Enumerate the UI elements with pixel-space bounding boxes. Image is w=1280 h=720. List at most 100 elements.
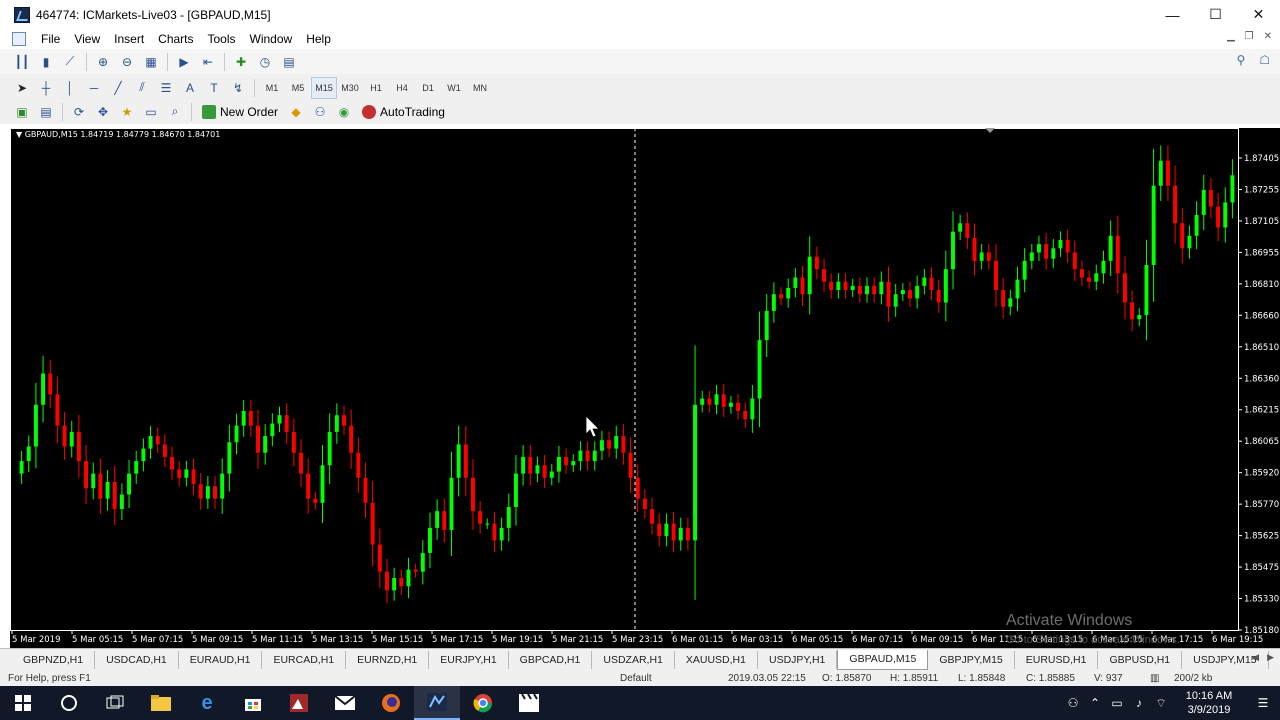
- signals-icon[interactable]: ⚇: [308, 101, 332, 123]
- menu-tools[interactable]: Tools: [201, 32, 243, 46]
- symbol-tab[interactable]: EURNZD,H1: [346, 650, 430, 669]
- timeframe-m30[interactable]: M30: [337, 77, 363, 99]
- equidistant-channel-icon[interactable]: ⫽: [130, 77, 154, 99]
- text-icon[interactable]: A: [178, 77, 202, 99]
- maximize-button[interactable]: ☐: [1194, 0, 1237, 29]
- bullish-candle: [693, 404, 698, 541]
- menu-window[interactable]: Window: [243, 32, 300, 46]
- symbol-tab[interactable]: GBPCAD,H1: [509, 650, 593, 669]
- metatrader-taskbar-button[interactable]: [414, 686, 460, 720]
- bar-chart-icon[interactable]: ┃┃: [10, 51, 34, 73]
- timeframe-m5[interactable]: M5: [285, 77, 311, 99]
- symbol-tab[interactable]: XAUUSD,H1: [675, 650, 758, 669]
- symbol-tab[interactable]: USDZAR,H1: [592, 650, 675, 669]
- crosshair-icon[interactable]: ┼: [34, 77, 58, 99]
- chart-canvas[interactable]: 1.87405 1.87255 1.87105 1.86955 1.86810 1.866…: [10, 128, 1280, 648]
- tile-windows-icon[interactable]: ▦: [139, 51, 163, 73]
- menu-charts[interactable]: Charts: [151, 32, 200, 46]
- line-chart-icon[interactable]: ⟋: [58, 51, 82, 73]
- file-explorer-button[interactable]: [138, 686, 184, 720]
- battery-icon[interactable]: ▭: [1106, 696, 1128, 710]
- periods-icon[interactable]: ◷: [253, 51, 277, 73]
- market-watch-icon[interactable]: ⟳: [67, 101, 91, 123]
- symbol-tab[interactable]: EURUSD,H1: [1015, 650, 1099, 669]
- tab-scroll-left-icon[interactable]: ◀: [1252, 652, 1259, 663]
- app-button-1[interactable]: [276, 686, 322, 720]
- mdi-close-icon[interactable]: ✕: [1264, 31, 1272, 42]
- document-icon[interactable]: [12, 32, 26, 46]
- terminal-icon[interactable]: ▭: [139, 101, 163, 123]
- start-button[interactable]: [0, 686, 46, 720]
- mail-button[interactable]: [322, 686, 368, 720]
- auto-scroll-icon[interactable]: ▶: [172, 51, 196, 73]
- new-chart-icon[interactable]: ▣: [10, 101, 34, 123]
- edge-button[interactable]: e: [184, 686, 230, 720]
- metaeditor-icon[interactable]: ◆: [284, 101, 308, 123]
- status-profile[interactable]: Default: [620, 673, 652, 684]
- symbol-tab[interactable]: GBPUSD,H1: [1098, 650, 1183, 669]
- show-hidden-icons-icon[interactable]: ⌃: [1084, 696, 1106, 710]
- trendline-icon[interactable]: ╱: [106, 77, 130, 99]
- symbol-tab[interactable]: USDJPY,H1: [758, 650, 838, 669]
- symbol-tab[interactable]: USDCAD,H1: [95, 650, 179, 669]
- symbol-tab[interactable]: EURCAD,H1: [262, 650, 347, 669]
- market-icon[interactable]: ◉: [332, 101, 356, 123]
- task-view-button[interactable]: [92, 686, 138, 720]
- fibonacci-icon[interactable]: ☰: [154, 77, 178, 99]
- timeframe-h4[interactable]: H4: [389, 77, 415, 99]
- vertical-line-icon[interactable]: │: [58, 77, 82, 99]
- people-icon[interactable]: ⚇: [1062, 696, 1084, 710]
- text-label-icon[interactable]: T: [202, 77, 226, 99]
- profiles-icon[interactable]: ▤: [34, 101, 58, 123]
- mdi-restore-icon[interactable]: ❐: [1245, 31, 1254, 42]
- video-editor-button[interactable]: [506, 686, 552, 720]
- timeframe-m15[interactable]: M15: [311, 76, 337, 99]
- menu-help[interactable]: Help: [299, 32, 338, 46]
- zoom-out-icon[interactable]: ⊖: [115, 51, 139, 73]
- bearish-candle: [492, 523, 497, 541]
- symbol-tab[interactable]: GBPJPY,M15: [928, 650, 1015, 669]
- arrows-icon[interactable]: ↯: [226, 77, 250, 99]
- templates-icon[interactable]: ▤: [277, 51, 301, 73]
- autotrading-button[interactable]: AutoTrading: [356, 101, 451, 123]
- tab-scroll-right-icon[interactable]: ▶: [1267, 652, 1274, 663]
- menu-file[interactable]: File: [34, 32, 67, 46]
- cortana-button[interactable]: [46, 686, 92, 720]
- data-window-icon[interactable]: ✥: [91, 101, 115, 123]
- price-label: 1.86360: [1244, 374, 1279, 384]
- chrome-button[interactable]: [460, 686, 506, 720]
- minimize-button[interactable]: —: [1151, 0, 1194, 29]
- symbol-tab[interactable]: GBPAUD,M15: [837, 649, 929, 670]
- taskbar-clock[interactable]: 10:16 AM 3/9/2019: [1172, 689, 1246, 717]
- network-icon[interactable]: ⌔: [1150, 696, 1172, 711]
- indicators-icon[interactable]: ✚: [229, 51, 253, 73]
- symbol-tab[interactable]: EURAUD,H1: [179, 650, 263, 669]
- menu-view[interactable]: View: [67, 32, 107, 46]
- close-button[interactable]: ✕: [1237, 0, 1280, 29]
- store-button[interactable]: [230, 686, 276, 720]
- zoom-in-icon[interactable]: ⊕: [91, 51, 115, 73]
- chart-shift-icon[interactable]: ⇤: [196, 51, 220, 73]
- mdi-minimize-icon[interactable]: ▁: [1227, 31, 1235, 42]
- chat-icon[interactable]: ☖: [1259, 53, 1270, 67]
- timeframe-w1[interactable]: W1: [441, 77, 467, 99]
- symbol-tab[interactable]: EURJPY,H1: [429, 650, 509, 669]
- horizontal-line-icon[interactable]: ─: [82, 77, 106, 99]
- chart-collapse-icon[interactable]: ▼: [16, 130, 25, 139]
- symbol-tab[interactable]: GBPNZD,H1: [12, 650, 96, 669]
- price-chart[interactable]: 1.87405 1.87255 1.87105 1.86955 1.86810 1.866…: [10, 128, 1280, 648]
- timeframe-mn[interactable]: MN: [467, 77, 493, 99]
- new-order-button[interactable]: New Order: [196, 101, 284, 123]
- firefox-button[interactable]: [368, 686, 414, 720]
- search-icon[interactable]: ⚲: [1236, 53, 1245, 67]
- notifications-icon[interactable]: ☰: [1246, 696, 1280, 710]
- timeframe-m1[interactable]: M1: [259, 77, 285, 99]
- timeframe-d1[interactable]: D1: [415, 77, 441, 99]
- menu-insert[interactable]: Insert: [107, 32, 151, 46]
- navigator-icon[interactable]: ★: [115, 101, 139, 123]
- cursor-icon[interactable]: ➤: [10, 77, 34, 99]
- candlestick-icon[interactable]: ▮: [34, 51, 58, 73]
- timeframe-h1[interactable]: H1: [363, 77, 389, 99]
- volume-icon[interactable]: ♪: [1128, 696, 1150, 710]
- strategy-tester-icon[interactable]: ⌕: [163, 101, 187, 123]
